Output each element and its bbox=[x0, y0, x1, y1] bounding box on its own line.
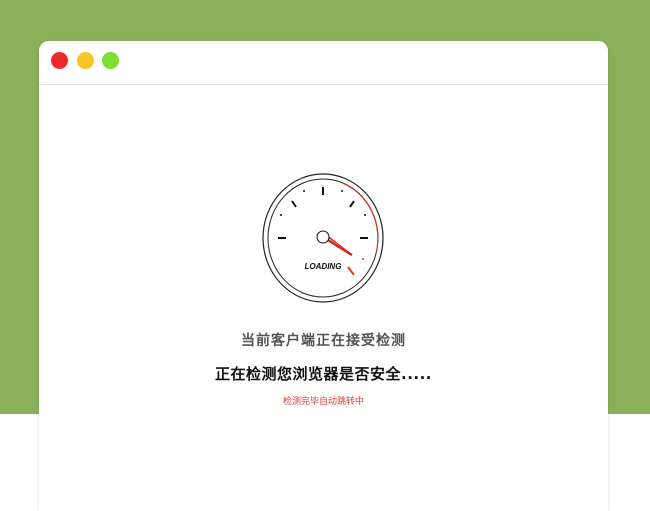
status-headline: 当前客户端正在接受检测 bbox=[241, 333, 406, 349]
close-window-button[interactable] bbox=[51, 52, 68, 69]
browser-window: LOADING 当前客户端正在接受检测 正在检测您浏览器是否安全..... 检测… bbox=[39, 41, 608, 511]
window-titlebar bbox=[39, 41, 608, 85]
speedometer-icon: LOADING bbox=[262, 173, 384, 303]
status-redirect-text: 检测完毕自动跳转中 bbox=[282, 397, 364, 407]
status-checking-text: 正在检测您浏览器是否安全..... bbox=[215, 365, 432, 383]
gauge-label: LOADING bbox=[305, 262, 342, 271]
minimize-window-button[interactable] bbox=[77, 52, 94, 69]
maximize-window-button[interactable] bbox=[102, 52, 119, 69]
